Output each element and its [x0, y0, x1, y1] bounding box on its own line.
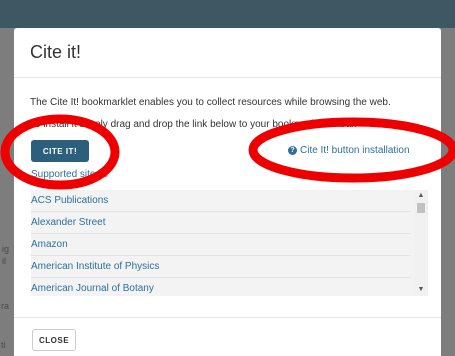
- list-item[interactable]: American Institute of Physics: [31, 256, 411, 278]
- list-item[interactable]: American Journal of Botany: [31, 278, 411, 296]
- modal-header: Cite it!: [14, 28, 441, 78]
- supported-sites-toggle[interactable]: Supported sites ⌄: [31, 169, 109, 180]
- list-scrollbar[interactable]: ▲ ▼: [414, 190, 428, 296]
- background-text-fragment: ti: [1, 340, 6, 350]
- close-button[interactable]: CLOSE: [32, 329, 76, 351]
- scroll-up-icon[interactable]: ▲: [414, 190, 428, 202]
- background-text-fragment: il: [2, 256, 6, 266]
- scrollbar-thumb[interactable]: [417, 203, 425, 213]
- supported-sites-label: Supported sites: [31, 169, 101, 180]
- install-link-label: Cite It! button installation: [300, 145, 410, 156]
- background-text-fragment: ig: [2, 244, 10, 254]
- question-circle-icon: ?: [288, 146, 297, 155]
- footer-divider: [14, 317, 441, 318]
- list-item[interactable]: Alexander Street: [31, 212, 411, 234]
- chevron-down-icon: ⌄: [102, 170, 110, 179]
- list-item[interactable]: Amazon: [31, 234, 411, 256]
- background-overlay-right: [441, 28, 455, 356]
- scroll-down-icon[interactable]: ▼: [414, 284, 428, 296]
- background-text-fragment: ra: [1, 301, 10, 311]
- modal-title: Cite it!: [30, 42, 82, 62]
- cite-it-bookmarklet-button[interactable]: CITE IT!: [31, 140, 89, 162]
- install-link[interactable]: ? Cite It! button installation: [288, 145, 410, 156]
- supported-sites-list[interactable]: ACS Publications Alexander Street Amazon…: [31, 190, 428, 296]
- modal-instructions: To install it simply drag and drop the l…: [30, 119, 357, 130]
- modal-description: The Cite It! bookmarklet enables you to …: [30, 97, 391, 108]
- list-item[interactable]: ACS Publications: [31, 190, 411, 212]
- app-top-bar: [0, 0, 455, 28]
- cite-it-modal: Cite it! The Cite It! bookmarklet enable…: [14, 28, 441, 356]
